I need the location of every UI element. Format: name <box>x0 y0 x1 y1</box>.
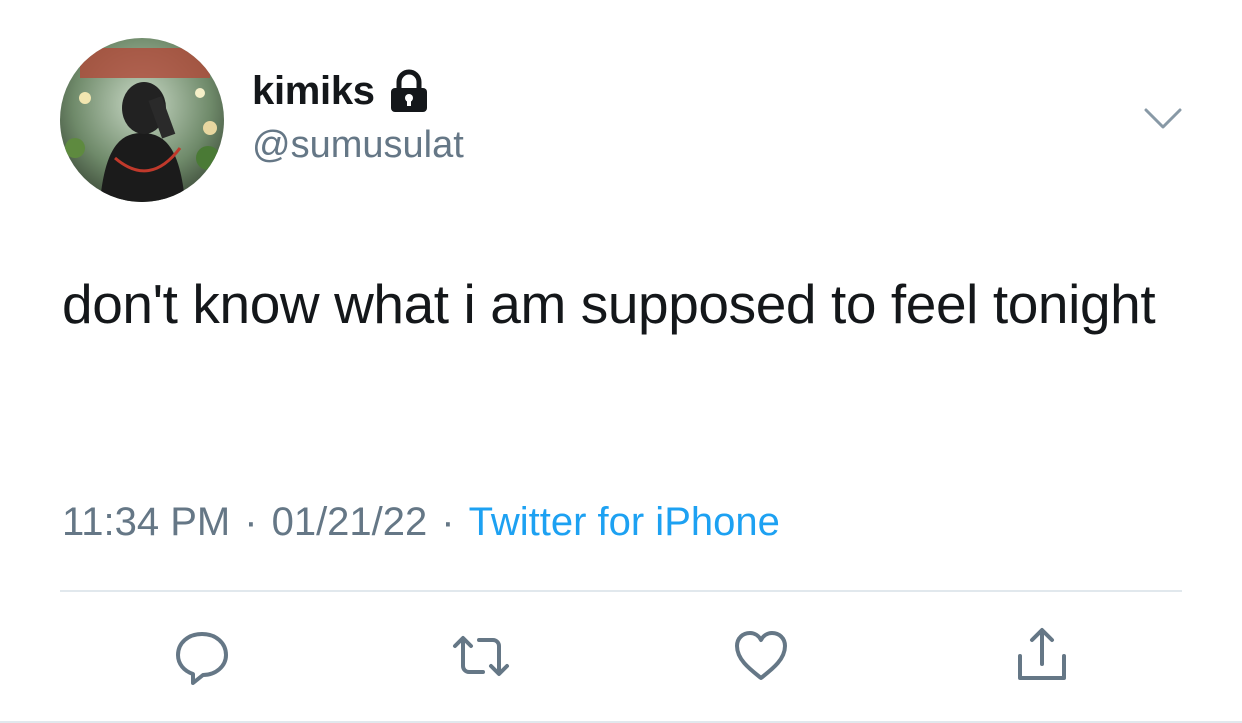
lock-icon <box>389 69 429 113</box>
user-name-row: kimiks <box>252 64 429 118</box>
retweet-icon <box>453 636 509 676</box>
meta-separator: · <box>441 500 455 544</box>
chevron-down-icon[interactable] <box>1142 104 1184 134</box>
retweet-button[interactable] <box>451 626 511 686</box>
display-name[interactable]: kimiks <box>252 69 375 114</box>
tweet-source-link[interactable]: Twitter for iPhone <box>469 500 780 544</box>
user-handle[interactable]: @sumusulat <box>252 124 464 167</box>
avatar[interactable] <box>60 38 224 202</box>
reply-icon <box>176 632 228 685</box>
tweet-text: don't know what i am supposed to feel to… <box>62 273 1156 335</box>
heart-icon <box>735 631 787 680</box>
avatar-photo <box>60 38 224 202</box>
share-button[interactable] <box>1012 626 1072 686</box>
like-button[interactable] <box>731 626 791 686</box>
divider <box>60 590 1182 592</box>
tweet-time[interactable]: 11:34 PM <box>62 500 230 544</box>
meta-separator: · <box>244 500 258 544</box>
tweet-date[interactable]: 01/21/22 <box>272 500 428 544</box>
share-icon <box>1018 628 1066 680</box>
reply-button[interactable] <box>172 626 232 686</box>
tweet-meta: 11:34 PM · 01/21/22 · Twitter for iPhone <box>62 500 780 545</box>
